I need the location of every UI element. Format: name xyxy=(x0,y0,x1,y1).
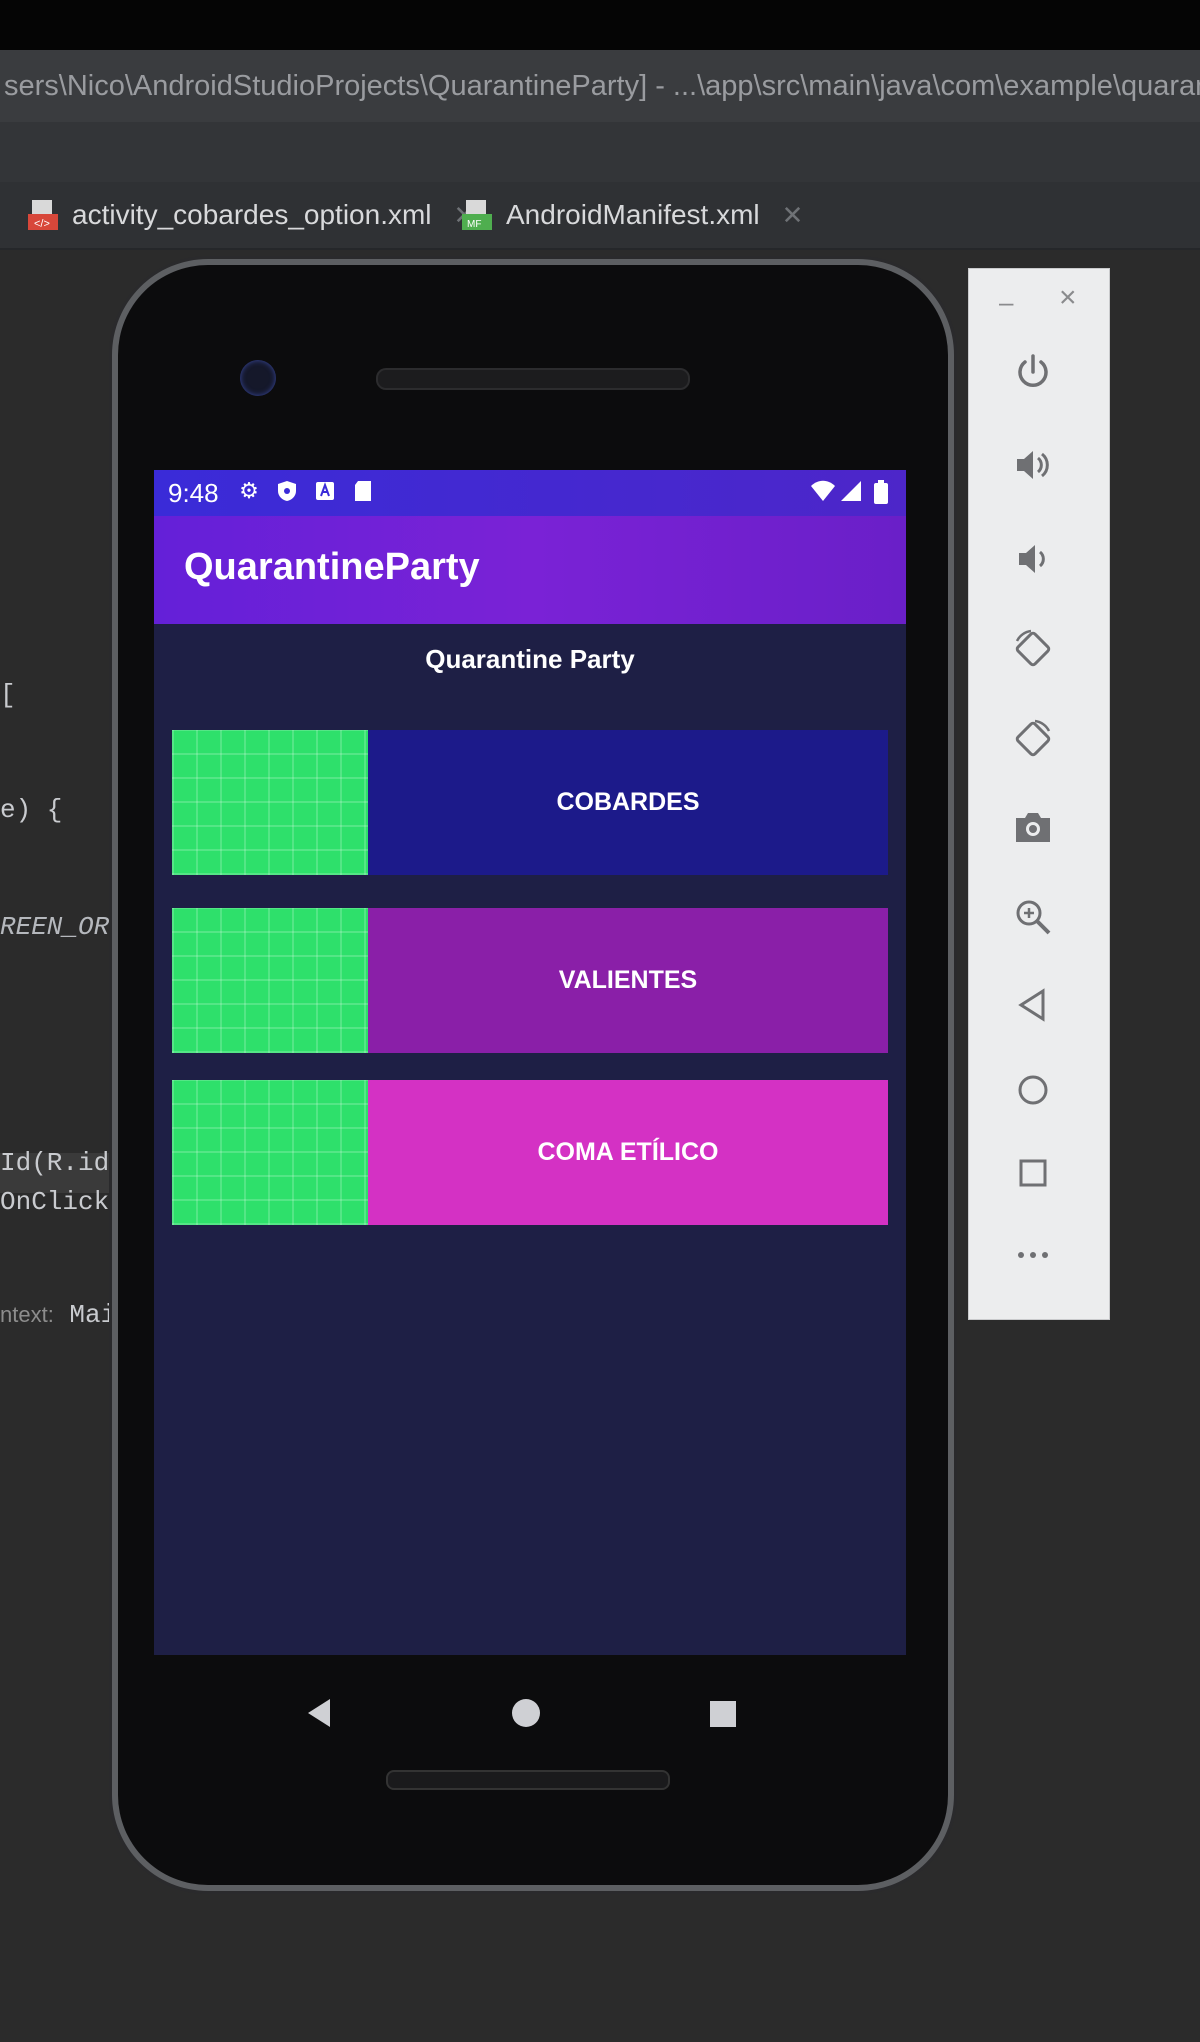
close-icon[interactable]: × xyxy=(1059,281,1077,315)
earpiece-speaker xyxy=(376,368,690,390)
tab-label: AndroidManifest.xml xyxy=(506,199,760,230)
home-icon[interactable] xyxy=(1005,1062,1061,1118)
volume-down-icon[interactable] xyxy=(1005,531,1061,587)
settings-icon: ⚙ xyxy=(239,478,259,503)
option-thumbnail xyxy=(172,730,368,875)
rotate-right-icon[interactable] xyxy=(1005,711,1061,767)
nav-back-icon[interactable] xyxy=(308,1699,330,1727)
code-line: e) { xyxy=(0,795,63,825)
app-title: QuarantineParty xyxy=(184,546,480,588)
svg-text:MF: MF xyxy=(467,219,481,230)
a-notification-icon xyxy=(314,480,336,502)
tab-android-manifest[interactable]: MF AndroidManifest.xml ✕ xyxy=(462,182,803,248)
more-icon[interactable] xyxy=(1005,1227,1061,1283)
nav-recents-icon[interactable] xyxy=(710,1701,736,1727)
option-cobardes[interactable]: COBARDES xyxy=(172,730,888,875)
option-label: COBARDES xyxy=(368,730,888,875)
tab-activity-cobardes-option[interactable]: </> activity_cobardes_option.xml ✕ xyxy=(28,182,475,248)
code-text: Id(R.id. xyxy=(0,1148,125,1178)
option-label: VALIENTES xyxy=(368,908,888,1053)
camera-icon[interactable] xyxy=(1005,799,1061,855)
system-nav-bar xyxy=(154,1655,906,1765)
option-label: COMA ETÍLICO xyxy=(368,1080,888,1225)
rotate-left-icon[interactable] xyxy=(1005,621,1061,677)
bottom-speaker xyxy=(386,1770,670,1790)
window-title: sers\Nico\AndroidStudioProjects\Quaranti… xyxy=(0,50,1200,122)
app-bar: QuarantineParty xyxy=(154,516,906,624)
minimize-icon[interactable]: – xyxy=(999,287,1013,318)
front-camera xyxy=(240,360,276,396)
editor-tab-bar: </> activity_cobardes_option.xml ✕ MF An… xyxy=(0,182,1200,250)
parameter-hint: ntext: xyxy=(0,1302,54,1327)
device-screen[interactable]: 9:48 ⚙ QuarantineParty Quarantine Party … xyxy=(154,470,906,1655)
battery-icon xyxy=(870,480,892,504)
zoom-icon[interactable] xyxy=(1005,889,1061,945)
manifest-file-icon: MF xyxy=(462,198,494,232)
xml-file-icon: </> xyxy=(28,198,60,232)
status-bar: 9:48 ⚙ xyxy=(154,470,906,516)
emulator-toolbar: – × xyxy=(968,268,1110,1320)
option-coma-etilico[interactable]: COMA ETÍLICO xyxy=(172,1080,888,1225)
screen-bezel-top xyxy=(0,0,1200,50)
cell-signal-icon xyxy=(840,480,862,502)
volume-up-icon[interactable] xyxy=(1005,437,1061,493)
emulator-device-frame: 9:48 ⚙ QuarantineParty Quarantine Party … xyxy=(118,265,948,1885)
back-icon[interactable] xyxy=(1005,977,1061,1033)
nav-home-icon[interactable] xyxy=(512,1699,540,1727)
code-line: [ xyxy=(0,680,16,710)
screen-heading: Quarantine Party xyxy=(425,644,635,674)
ide-toolbar xyxy=(0,122,1200,182)
power-icon[interactable] xyxy=(1005,344,1061,400)
tab-label: activity_cobardes_option.xml xyxy=(72,199,432,230)
option-thumbnail xyxy=(172,1080,368,1225)
close-tab-icon[interactable]: ✕ xyxy=(782,200,804,231)
status-time: 9:48 xyxy=(168,478,219,508)
overview-icon[interactable] xyxy=(1005,1145,1061,1201)
option-thumbnail xyxy=(172,908,368,1053)
svg-text:</>: </> xyxy=(34,218,50,230)
wifi-icon xyxy=(810,480,835,502)
option-valientes[interactable]: VALIENTES xyxy=(172,908,888,1053)
shield-icon xyxy=(276,480,298,502)
sd-card-icon xyxy=(352,480,374,502)
